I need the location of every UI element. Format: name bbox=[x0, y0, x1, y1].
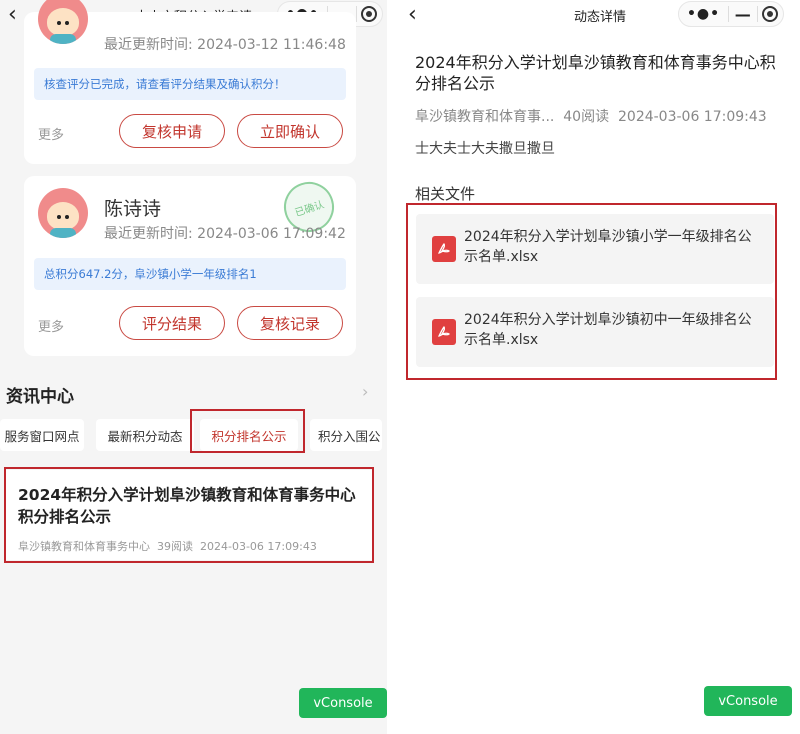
chevron-right-icon[interactable]: › bbox=[362, 382, 368, 401]
vconsole-button[interactable]: vConsole bbox=[299, 688, 387, 718]
applicant-card: 陈诗诗 已确认 最近更新时间: 2024-03-06 17:09:42 总积分6… bbox=[24, 175, 356, 356]
updated-time: 最近更新时间: 2024-03-06 17:09:42 bbox=[104, 226, 346, 242]
article-meta: 阜沙镇教育和体育事... 40阅读 2024-03-06 17:09:43 bbox=[415, 109, 767, 125]
left-screen: ‹ 中山市积分入学申请 •●• — 最近更新时间: 2024-03-12 11:… bbox=[0, 0, 387, 734]
tab-latest-news[interactable]: 最新积分动态 bbox=[96, 419, 194, 451]
score-result-button[interactable]: 评分结果 bbox=[119, 306, 225, 340]
pdf-file-icon bbox=[432, 319, 456, 345]
nav-bar: ‹ 动态详情 •●• — bbox=[400, 0, 800, 30]
review-record-button[interactable]: 复核记录 bbox=[237, 306, 343, 340]
close-circle-icon[interactable] bbox=[357, 6, 383, 22]
file-name: 2024年积分入学计划阜沙镇小学一年级排名公示名单.xlsx bbox=[464, 229, 752, 265]
screen-divider bbox=[387, 0, 400, 734]
news-title: 2024年积分入学计划阜沙镇教育和体育事务中心积分排名公示 bbox=[18, 486, 356, 526]
applicant-card: 最近更新时间: 2024-03-12 11:46:48 核查评分已完成，请查看评… bbox=[24, 0, 356, 164]
score-notice: 总积分647.2分，阜沙镇小学一年级排名1 bbox=[34, 258, 346, 290]
related-files-title: 相关文件 bbox=[415, 185, 476, 203]
more-link[interactable]: 更多 bbox=[38, 316, 64, 335]
applicant-name: 陈诗诗 bbox=[104, 198, 162, 220]
updated-time: 最近更新时间: 2024-03-12 11:46:48 bbox=[104, 37, 346, 53]
tab-service-outlets[interactable]: 服务窗口网点 bbox=[0, 419, 84, 451]
tab-shortlist[interactable]: 积分入围公 bbox=[310, 419, 382, 451]
avatar bbox=[38, 188, 88, 238]
pdf-file-icon bbox=[432, 236, 456, 262]
related-file[interactable]: 2024年积分入学计划阜沙镇小学一年级排名公示名单.xlsx bbox=[416, 214, 774, 284]
more-link[interactable]: 更多 bbox=[38, 124, 64, 143]
article-title: 2024年积分入学计划阜沙镇教育和体育事务中心积分排名公示 bbox=[415, 53, 776, 93]
more-dots-icon[interactable]: •●• bbox=[679, 6, 728, 22]
vconsole-button[interactable]: vConsole bbox=[704, 686, 792, 716]
minimize-icon[interactable]: — bbox=[729, 5, 756, 24]
status-notice: 核查评分已完成，请查看评分结果及确认积分！ bbox=[34, 68, 346, 100]
confirm-now-button[interactable]: 立即确认 bbox=[237, 114, 343, 148]
close-circle-icon[interactable] bbox=[758, 6, 784, 22]
related-file[interactable]: 2024年积分入学计划阜沙镇初中一年级排名公示名单.xlsx bbox=[416, 297, 774, 367]
article-body: 士大夫士大夫撒旦撒旦 bbox=[415, 141, 555, 157]
news-item[interactable]: 2024年积分入学计划阜沙镇教育和体育事务中心积分排名公示 阜沙镇教育和体育事务… bbox=[6, 470, 372, 560]
news-meta: 阜沙镇教育和体育事务中心 39阅读 2024-03-06 17:09:43 bbox=[18, 540, 317, 553]
review-apply-button[interactable]: 复核申请 bbox=[119, 114, 225, 148]
file-name: 2024年积分入学计划阜沙镇初中一年级排名公示名单.xlsx bbox=[464, 312, 752, 348]
right-screen: ‹ 动态详情 •●• — 2024年积分入学计划阜沙镇教育和体育事务中心积分排名… bbox=[400, 0, 800, 734]
miniprogram-capsule: •●• — bbox=[678, 1, 784, 27]
tab-ranking[interactable]: 积分排名公示 bbox=[200, 419, 298, 451]
section-title: 资讯中心 bbox=[6, 387, 74, 407]
avatar bbox=[38, 0, 88, 44]
